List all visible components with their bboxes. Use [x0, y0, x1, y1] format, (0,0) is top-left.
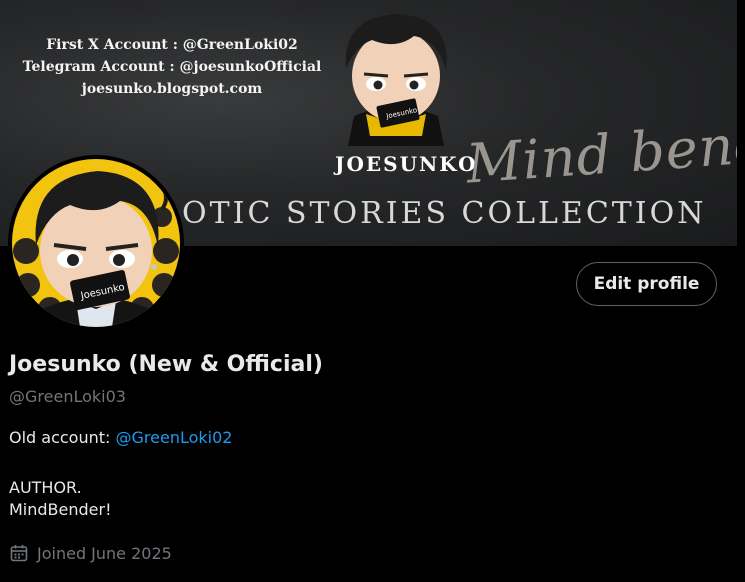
joined-label: Joined June 2025 — [37, 543, 172, 563]
profile-name: Joesunko (New & Official) — [9, 352, 323, 377]
avatar[interactable]: Joesunko — [8, 155, 184, 331]
edit-profile-button[interactable]: Edit profile — [576, 262, 717, 306]
old-account-link[interactable]: @GreenLoki02 — [116, 428, 233, 447]
banner-script-title: Mind bender — [464, 107, 737, 196]
calendar-icon — [10, 545, 28, 562]
scrollbar[interactable] — [737, 0, 745, 582]
banner-brand: JOESUNKO — [335, 152, 478, 176]
bio-line-mindbender: MindBender! — [9, 500, 112, 519]
banner-mascot-illustration: Joesunko — [345, 14, 447, 146]
profile-bio: Old account: @GreenLoki02 AUTHOR. MindBe… — [9, 427, 232, 521]
joined-date: Joined June 2025 — [9, 543, 172, 563]
bio-line-author: AUTHOR. — [9, 478, 82, 497]
profile-handle: @GreenLoki03 — [9, 387, 126, 406]
bio-prefix: Old account: — [9, 428, 116, 447]
banner-collection-title: OTIC STORIES COLLECTION — [182, 196, 707, 231]
banner-line-telegram: Telegram Account : @joesunkoOfficial — [22, 59, 322, 75]
avatar-illustration: Joesunko — [12, 159, 180, 327]
banner-line-blog: joesunko.blogspot.com — [81, 81, 263, 97]
banner-line-x: First X Account : @GreenLoki02 — [46, 37, 298, 53]
banner-account-lines: First X Account : @GreenLoki02 Telegram … — [22, 34, 322, 100]
